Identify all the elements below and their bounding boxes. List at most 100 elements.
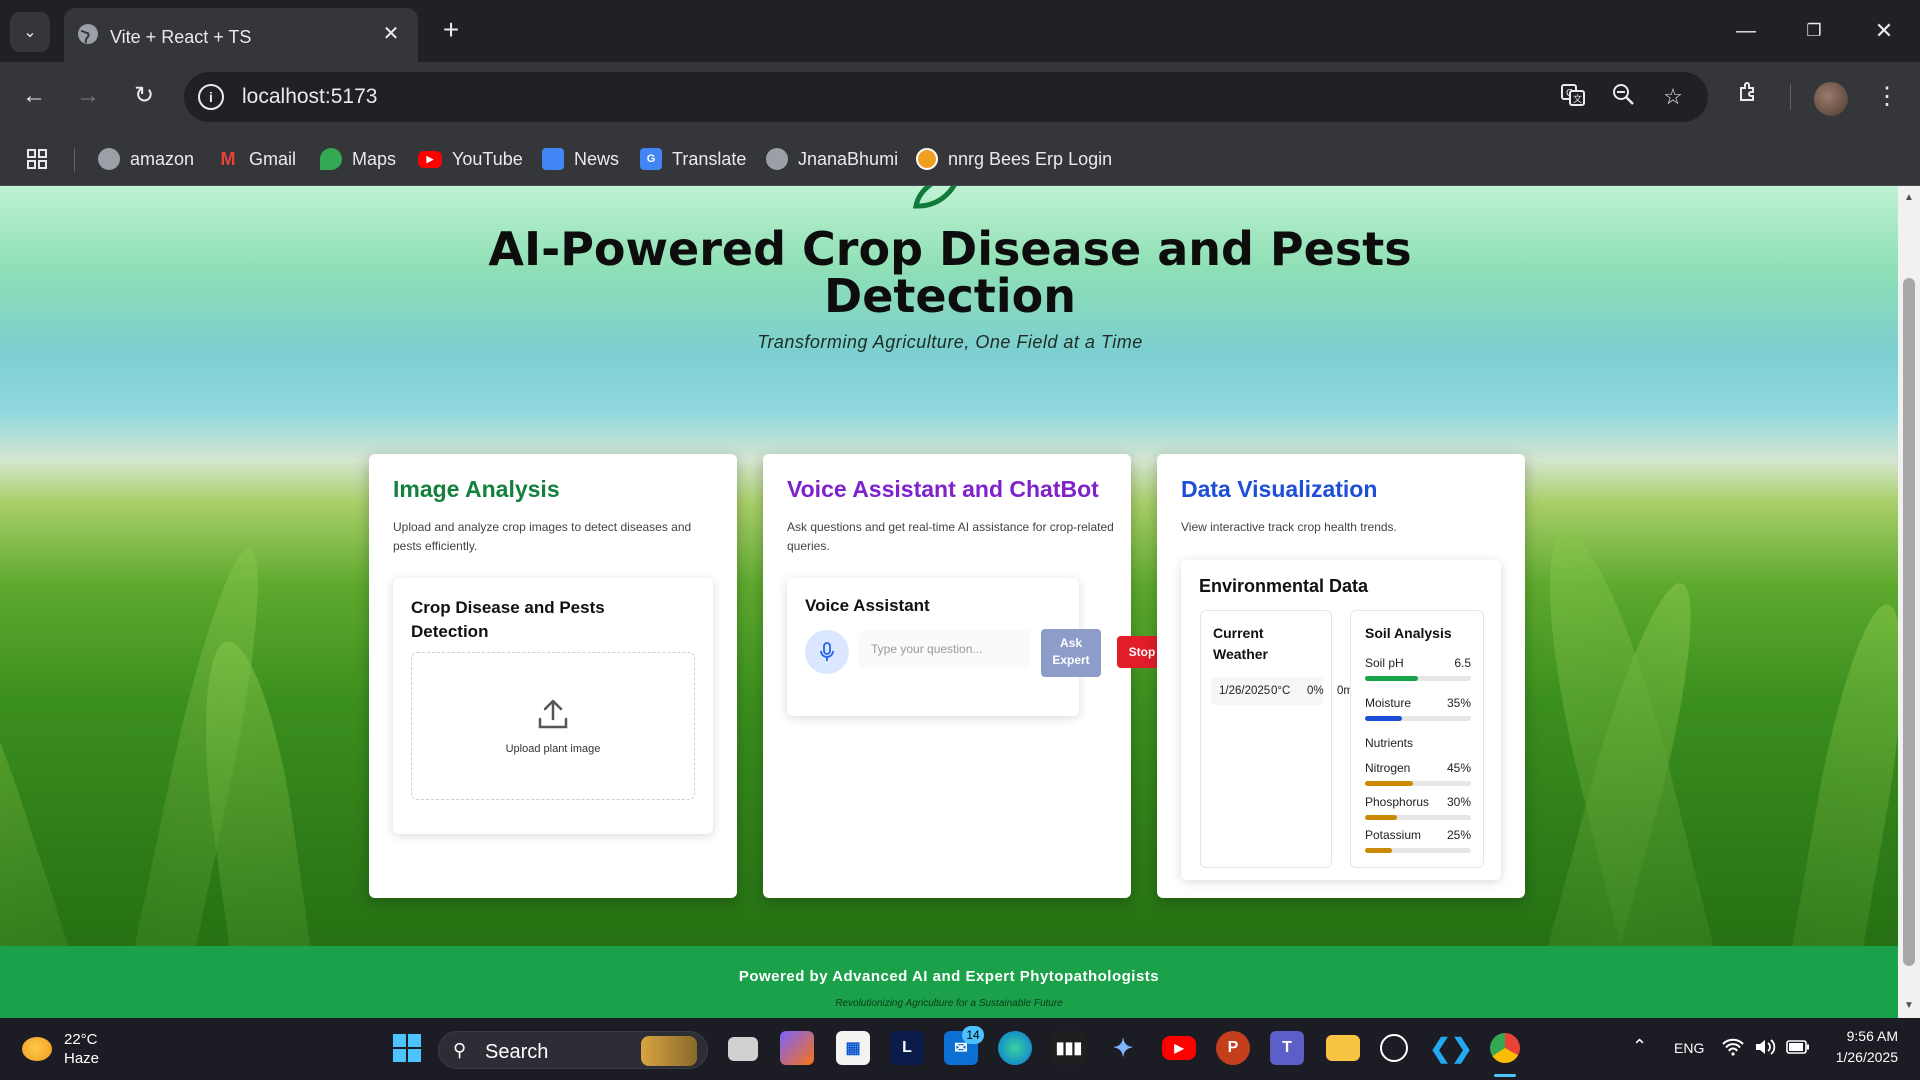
reload-button[interactable]: ↻	[122, 74, 166, 118]
forward-button[interactable]: →	[66, 74, 110, 118]
mail-badge: 14	[962, 1026, 984, 1044]
bookmark-news[interactable]: News	[542, 144, 619, 174]
page-viewport: AI-Powered Crop Disease and Pests Detect…	[0, 186, 1898, 1018]
moisture-bar	[1365, 716, 1471, 721]
taskbar-search[interactable]: ⚲ Search	[438, 1031, 708, 1069]
task-view-icon[interactable]	[728, 1037, 758, 1061]
card-title: Data Visualization	[1181, 476, 1378, 502]
weather-title: Current Weather	[1213, 625, 1268, 662]
vscode-icon[interactable]: ❮❯	[1429, 1031, 1473, 1065]
voice-assistant-card: Voice Assistant and ChatBot Ask question…	[763, 454, 1167, 898]
windows-start-icon[interactable]	[390, 1031, 424, 1065]
clock-date[interactable]: 1/26/2025	[1826, 1049, 1898, 1065]
microsoft-store-icon[interactable]: ▦	[836, 1031, 870, 1065]
page-title: AI-Powered Crop Disease and Pests Detect…	[488, 222, 1412, 323]
l-app-icon[interactable]: L	[890, 1031, 924, 1065]
edge-icon[interactable]	[998, 1031, 1032, 1065]
gmail-icon: M	[220, 148, 236, 169]
tab-bar: ⌄ Vite + React + TS ✕ + — ❐ ✕	[0, 0, 1920, 62]
back-button[interactable]: ←	[12, 74, 56, 118]
profile-avatar[interactable]	[1814, 82, 1848, 116]
url-text[interactable]: localhost:5173	[242, 85, 377, 109]
svg-text:文: 文	[1573, 93, 1582, 104]
search-highlight-image	[641, 1036, 697, 1066]
nutrients-heading: Nutrients	[1365, 736, 1414, 750]
leaf-logo-icon	[913, 186, 957, 209]
card-title: Voice Assistant and ChatBot	[787, 476, 1099, 502]
bookmark-youtube[interactable]: ▶ YouTube	[418, 144, 523, 174]
close-window-button[interactable]: ✕	[1862, 12, 1906, 50]
current-weather-panel: Current Weather 1/26/2025 0°C 0% 0mm	[1200, 610, 1363, 868]
close-tab-icon[interactable]: ✕	[378, 21, 404, 47]
search-label: Search	[485, 1041, 549, 1063]
minimize-button[interactable]: —	[1724, 12, 1768, 50]
maps-pin-icon	[320, 148, 342, 170]
panel-title: Environmental Data	[1199, 576, 1369, 596]
search-icon: ⚲	[453, 1040, 467, 1060]
globe-icon	[766, 148, 788, 170]
moisture-row: Moisture 35%	[1365, 696, 1471, 710]
file-explorer-icon[interactable]	[1326, 1035, 1360, 1061]
tab-search-button[interactable]: ⌄	[10, 12, 50, 52]
copilot-icon[interactable]	[780, 1031, 814, 1065]
address-bar[interactable]: i localhost:5173 G文 ☆	[184, 72, 1708, 122]
scroll-up-arrow-icon[interactable]: ▲	[1898, 192, 1920, 203]
chatgpt-icon[interactable]	[1380, 1034, 1408, 1062]
menu-kebab-icon[interactable]: ⋮	[1868, 78, 1906, 116]
question-input[interactable]	[859, 630, 1031, 668]
browser-toolbar: ← → ↻ i localhost:5173 G文 ☆ ⋮	[0, 62, 1920, 132]
soil-ph-row: Soil pH 6.5	[1365, 656, 1471, 670]
footer-tagline: Powered by Advanced AI and Expert Phytop…	[738, 968, 1160, 985]
environmental-data-panel: Environmental Data Current Weather 1/26/…	[1181, 560, 1501, 880]
volume-icon[interactable]	[1754, 1038, 1776, 1060]
phosphorus-bar	[1365, 815, 1471, 820]
bookmark-maps[interactable]: Maps	[320, 144, 396, 174]
restore-button[interactable]: ❐	[1792, 12, 1836, 50]
battery-icon[interactable]	[1786, 1040, 1810, 1058]
gemini-icon[interactable]: ✦	[1106, 1031, 1140, 1065]
scrollbar-thumb[interactable]	[1903, 278, 1915, 966]
page-scrollbar[interactable]: ▲ ▼	[1898, 186, 1920, 1018]
windows-taskbar: 22°C Haze ⚲ Search ▦ L ✉ 14 ▮▮▮ ✦ ▶ P T …	[0, 1018, 1920, 1080]
extensions-icon[interactable]	[1730, 78, 1768, 116]
bookmark-star-icon[interactable]: ☆	[1658, 82, 1688, 112]
soil-title: Soil Analysis	[1365, 625, 1452, 641]
bookmark-amazon[interactable]: amazon	[98, 144, 194, 174]
microphone-button[interactable]	[805, 630, 849, 674]
zoom-icon[interactable]	[1608, 82, 1638, 112]
globe-icon	[78, 24, 98, 44]
news-icon	[542, 148, 564, 170]
upload-dropzone[interactable]: Upload plant image	[411, 652, 695, 800]
bookmark-gmail[interactable]: M Gmail	[217, 144, 297, 174]
weather-widget[interactable]: 22°C Haze	[22, 1030, 99, 1068]
weather-temperature: 22°C	[64, 1031, 98, 1048]
wifi-icon[interactable]	[1722, 1038, 1744, 1061]
bookmark-translate[interactable]: G Translate	[640, 144, 746, 174]
teams-icon[interactable]: T	[1270, 1031, 1304, 1065]
weather-haze-icon	[22, 1037, 52, 1061]
voice-panel: Voice Assistant Ask Expert Stop	[787, 578, 1167, 716]
chrome-icon[interactable]	[1490, 1033, 1520, 1063]
clock-time[interactable]: 9:56 AM	[1826, 1028, 1898, 1044]
apps-grid-icon[interactable]	[26, 144, 48, 174]
language-indicator[interactable]: ENG	[1674, 1040, 1704, 1056]
bookmark-jnanabhumi[interactable]: JnanaBhumi	[766, 144, 898, 174]
potassium-row: Potassium 25%	[1365, 828, 1471, 842]
tab-title: Vite + React + TS	[110, 27, 252, 47]
panel-title: Voice Assistant	[805, 596, 930, 615]
new-tab-button[interactable]: +	[434, 14, 468, 48]
bookmark-nnrg[interactable]: nnrg Bees Erp Login	[916, 144, 1112, 174]
weather-temp: 0°C	[1271, 685, 1291, 697]
active-tab[interactable]: Vite + React + TS ✕	[64, 8, 418, 62]
nnrg-logo-icon	[916, 148, 938, 170]
tray-overflow-icon[interactable]: ⌃	[1632, 1036, 1647, 1057]
powerpoint-icon[interactable]: P	[1216, 1031, 1250, 1065]
panel-title: Crop Disease and Pests Detection	[411, 598, 605, 641]
youtube-icon[interactable]: ▶	[1162, 1036, 1196, 1060]
scroll-down-arrow-icon[interactable]: ▼	[1898, 1000, 1920, 1011]
nitrogen-bar	[1365, 781, 1471, 786]
audio-app-icon[interactable]: ▮▮▮	[1052, 1031, 1086, 1065]
ask-expert-button[interactable]: Ask Expert	[1041, 629, 1101, 677]
site-info-icon[interactable]: i	[198, 84, 224, 110]
translate-icon[interactable]: G文	[1558, 82, 1588, 112]
